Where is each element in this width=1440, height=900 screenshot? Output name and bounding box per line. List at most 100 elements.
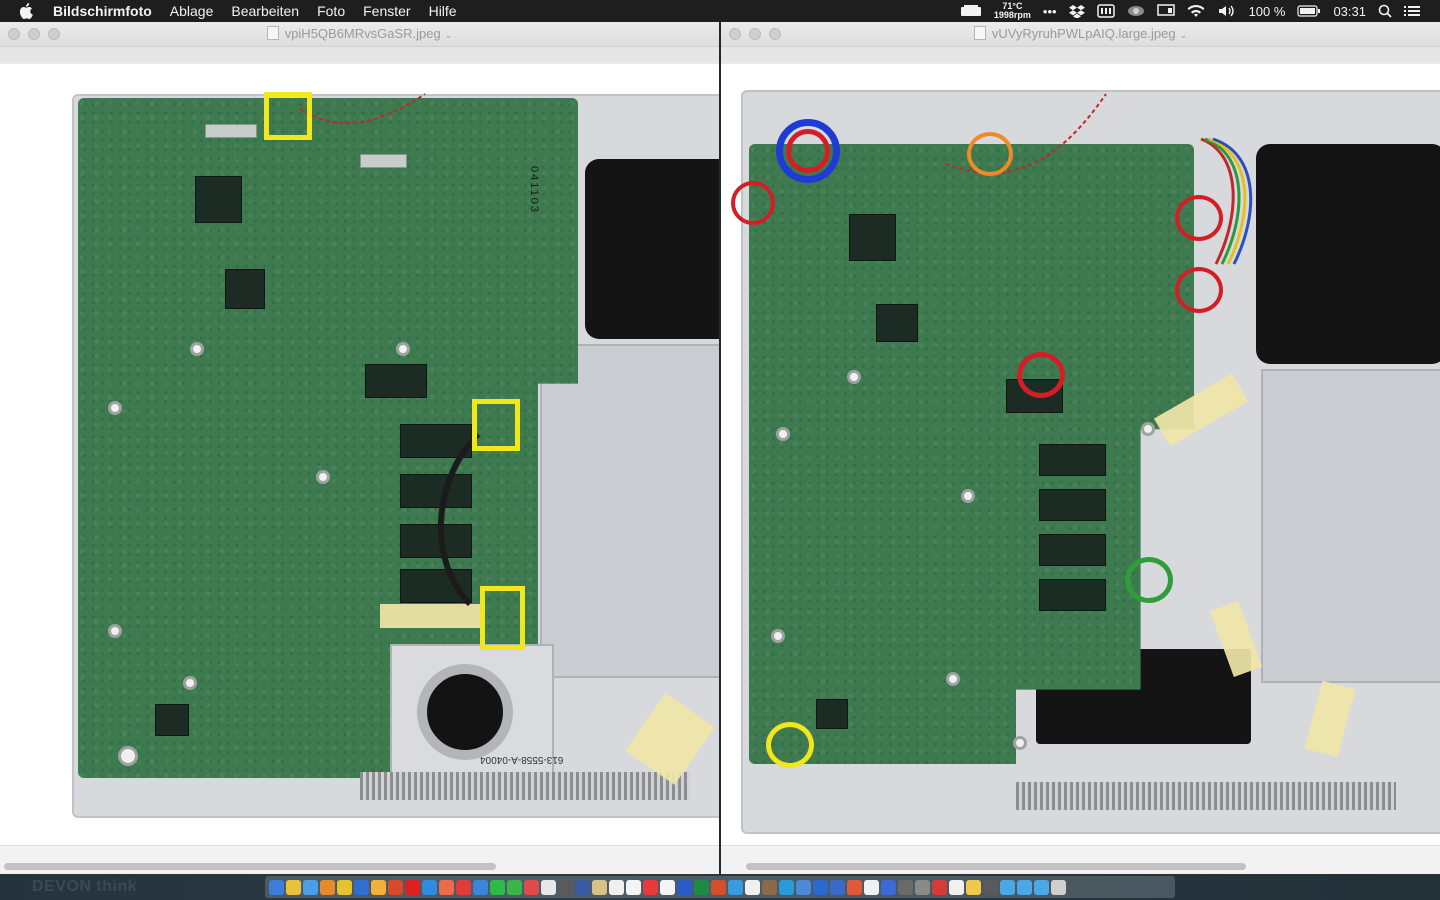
app-icon[interactable] (728, 879, 743, 895)
app-icon[interactable] (915, 879, 930, 895)
temperature-readout[interactable]: 71°C 1998rpm (988, 0, 1037, 22)
title-bar-left: vpiH5QB6MRvsGaSR.jpeg ⌄ (0, 22, 719, 47)
marker-ring-red (731, 181, 775, 225)
marker-ring-red (1017, 352, 1065, 398)
marker-ring-orange (967, 132, 1013, 176)
word-icon[interactable] (677, 879, 692, 895)
app-icon[interactable] (575, 879, 590, 895)
app-icon[interactable] (847, 879, 862, 895)
menu-bar: Bildschirmfoto Ablage Bearbeiten Foto Fe… (0, 0, 1440, 22)
highlight-connector (472, 399, 520, 451)
marker-ring-red (1175, 267, 1223, 313)
menu-hilfe[interactable]: Hilfe (420, 0, 466, 22)
chrome-icon[interactable] (881, 879, 896, 895)
whatsapp-icon[interactable] (490, 879, 505, 895)
itunes-icon[interactable] (541, 879, 556, 895)
skype-icon[interactable] (779, 879, 794, 895)
safari-icon[interactable] (422, 879, 437, 895)
app-icon[interactable] (592, 879, 607, 895)
app-icon[interactable] (558, 879, 573, 895)
menu-app-name[interactable]: Bildschirmfoto (53, 0, 161, 22)
toolbar-right (721, 47, 1440, 63)
messages-icon[interactable] (507, 879, 522, 895)
highlight-connector (480, 586, 525, 650)
powerpoint-icon[interactable] (711, 879, 726, 895)
app-icon[interactable] (932, 879, 947, 895)
keyboard-icon[interactable] (1091, 0, 1121, 22)
trash-icon[interactable] (1051, 879, 1066, 895)
image-canvas-right[interactable] (721, 64, 1440, 846)
app-icon[interactable] (320, 879, 335, 895)
app-icon[interactable] (354, 879, 369, 895)
app-icon[interactable] (830, 879, 845, 895)
app-icon[interactable] (643, 879, 658, 895)
app-icon[interactable] (286, 879, 301, 895)
volume-icon[interactable] (1211, 0, 1243, 22)
scroll-thumb[interactable] (4, 863, 496, 870)
app-icon[interactable] (745, 879, 760, 895)
window-title-left[interactable]: vpiH5QB6MRvsGaSR.jpeg ⌄ (0, 26, 719, 41)
horizontal-scrollbar-right[interactable] (721, 845, 1440, 874)
more-icon[interactable]: ••• (1037, 0, 1063, 22)
menu-ablage[interactable]: Ablage (161, 0, 223, 22)
app-icon[interactable] (983, 879, 998, 895)
eye-icon[interactable] (1121, 0, 1151, 22)
notification-center-icon[interactable] (1398, 0, 1440, 22)
finder-icon[interactable] (269, 879, 284, 895)
toolbar-left (0, 47, 719, 63)
window-title-text: vUVyRyruhPWLpAIQ.large.jpeg (991, 26, 1176, 41)
app-icon[interactable] (456, 879, 471, 895)
wifi-icon[interactable] (1181, 0, 1211, 22)
dropbox-icon[interactable] (1063, 0, 1091, 22)
image-canvas-left[interactable]: 613-5558-A-04004 041103 (0, 64, 719, 846)
rpm-value: 1998rpm (993, 10, 1031, 20)
apple-menu-icon[interactable] (19, 3, 39, 19)
app-icon[interactable] (337, 879, 352, 895)
status-area: 71°C 1998rpm ••• 100 % 03:31 (954, 0, 1440, 22)
hdd-icon[interactable] (954, 0, 988, 22)
app-icon[interactable] (898, 879, 913, 895)
menu-foto[interactable]: Foto (308, 0, 354, 22)
firefox-icon[interactable] (388, 879, 403, 895)
marker-ring-red (786, 129, 830, 173)
app-icon[interactable] (303, 879, 318, 895)
app-icon[interactable] (524, 879, 539, 895)
airplay-icon[interactable] (1151, 0, 1181, 22)
document-icon (973, 26, 986, 40)
scroll-thumb[interactable] (746, 863, 1246, 870)
app-icon[interactable] (473, 879, 488, 895)
chevron-down-icon: ⌄ (1179, 30, 1188, 40)
calendar-icon[interactable] (609, 879, 624, 895)
folder-icon[interactable] (1000, 879, 1015, 895)
app-icon[interactable] (813, 879, 828, 895)
app-icon[interactable] (949, 879, 964, 895)
app-icon[interactable] (864, 879, 879, 895)
folder-icon[interactable] (1034, 879, 1049, 895)
excel-icon[interactable] (694, 879, 709, 895)
window-title-text: vpiH5QB6MRvsGaSR.jpeg (284, 26, 441, 41)
battery-percent[interactable]: 100 % (1243, 0, 1292, 22)
menu-bearbeiten[interactable]: Bearbeiten (222, 0, 308, 22)
menu-fenster[interactable]: Fenster (354, 0, 419, 22)
battery-icon[interactable] (1291, 0, 1327, 22)
desktop-dock-area: DEVON think (0, 874, 1440, 900)
app-icon[interactable] (796, 879, 811, 895)
app-icon[interactable] (371, 879, 386, 895)
clock-time[interactable]: 03:31 (1327, 0, 1372, 22)
spotlight-search-icon[interactable] (1372, 0, 1398, 22)
opera-icon[interactable] (405, 879, 420, 895)
window-title-right[interactable]: vUVyRyruhPWLpAIQ.large.jpeg ⌄ (721, 26, 1440, 41)
preview-window-left: vpiH5QB6MRvsGaSR.jpeg ⌄ 613-5558-A-04004 … (0, 22, 719, 874)
notes-icon[interactable] (626, 879, 641, 895)
horizontal-scrollbar-left[interactable] (0, 845, 719, 874)
app-icon[interactable] (660, 879, 675, 895)
app-icon[interactable] (762, 879, 777, 895)
app-icon[interactable] (966, 879, 981, 895)
dock (265, 876, 1175, 898)
highlight-connector (264, 92, 312, 140)
folder-icon[interactable] (1017, 879, 1032, 895)
app-icon[interactable] (439, 879, 454, 895)
preview-window-right: vUVyRyruhPWLpAIQ.large.jpeg ⌄ (721, 22, 1440, 874)
chevron-down-icon: ⌄ (444, 30, 453, 40)
cable-overlay (299, 93, 481, 607)
